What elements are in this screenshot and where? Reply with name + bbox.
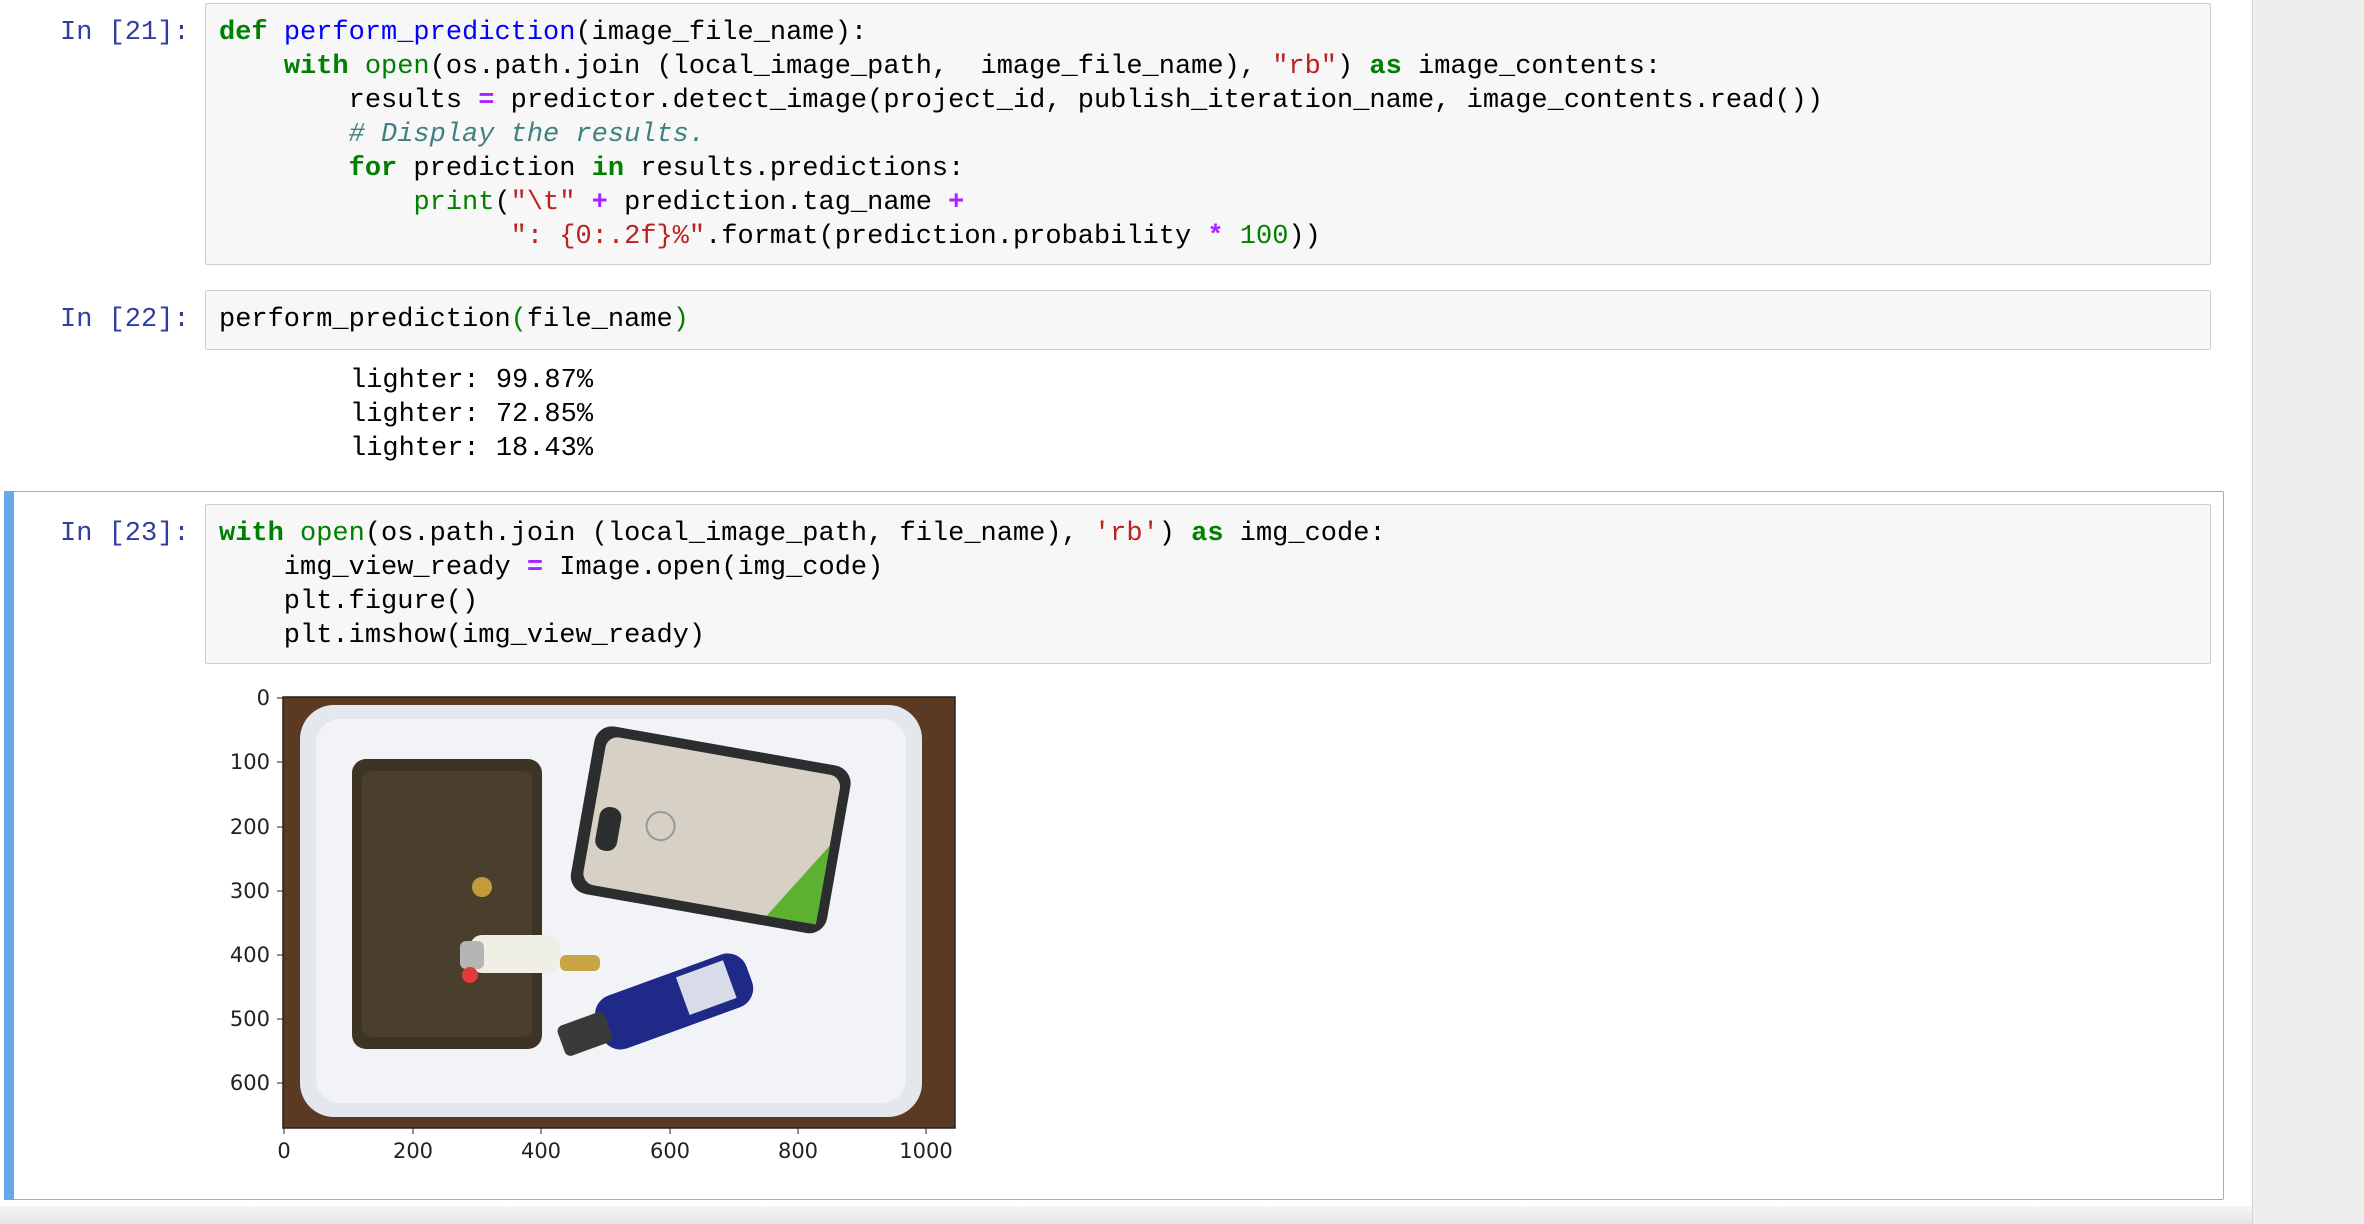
y-tick-label: 300: [230, 879, 270, 903]
y-axis: 0 100 200 300 400 500 600: [230, 686, 283, 1095]
y-tick-label: 100: [230, 750, 270, 774]
y-tick-label: 500: [230, 1007, 270, 1031]
cell-21-code[interactable]: def perform_prediction(image_file_name):…: [206, 4, 2210, 266]
imshow-plot: 0 100 200 300 400 500 600 0 200 400 600: [220, 683, 980, 1173]
y-tick-label: 400: [230, 943, 270, 967]
x-tick-label: 0: [277, 1139, 290, 1163]
cell-22-code[interactable]: perform_prediction(file_name): [206, 291, 2210, 349]
cell-23-input[interactable]: with open(os.path.join (local_image_path…: [205, 504, 2211, 664]
cell-22-prompt: In [22]:: [60, 305, 190, 335]
x-tick-label: 800: [778, 1139, 818, 1163]
x-tick-label: 1000: [899, 1139, 952, 1163]
cell-23-code[interactable]: with open(os.path.join (local_image_path…: [206, 505, 2210, 665]
x-tick-label: 600: [650, 1139, 690, 1163]
notebook-bottom-edge: [0, 1206, 2252, 1224]
cell-21-prompt: In [21]:: [60, 18, 190, 48]
x-tick-label: 200: [393, 1139, 433, 1163]
cell-22-output-line: lighter: 18.43%: [350, 434, 594, 464]
page-scroll-gutter: [2252, 0, 2364, 1224]
cell-23-selection-indicator: [4, 491, 14, 1200]
y-tick-label: 200: [230, 815, 270, 839]
cell-22-output-line: lighter: 72.85%: [350, 400, 594, 430]
y-tick-label: 600: [230, 1071, 270, 1095]
cell-21-input[interactable]: def perform_prediction(image_file_name):…: [205, 3, 2211, 265]
x-axis: 0 200 400 600 800 1000: [277, 1128, 953, 1163]
cell-22-output-line: lighter: 99.87%: [350, 366, 594, 396]
y-tick-label: 0: [257, 686, 270, 710]
cell-22-input[interactable]: perform_prediction(file_name): [205, 290, 2211, 350]
cell-23-prompt: In [23]:: [60, 519, 190, 549]
x-tick-label: 400: [521, 1139, 561, 1163]
plot-image: [283, 697, 955, 1128]
notebook: In [21]: def perform_prediction(image_fi…: [0, 0, 2252, 1224]
